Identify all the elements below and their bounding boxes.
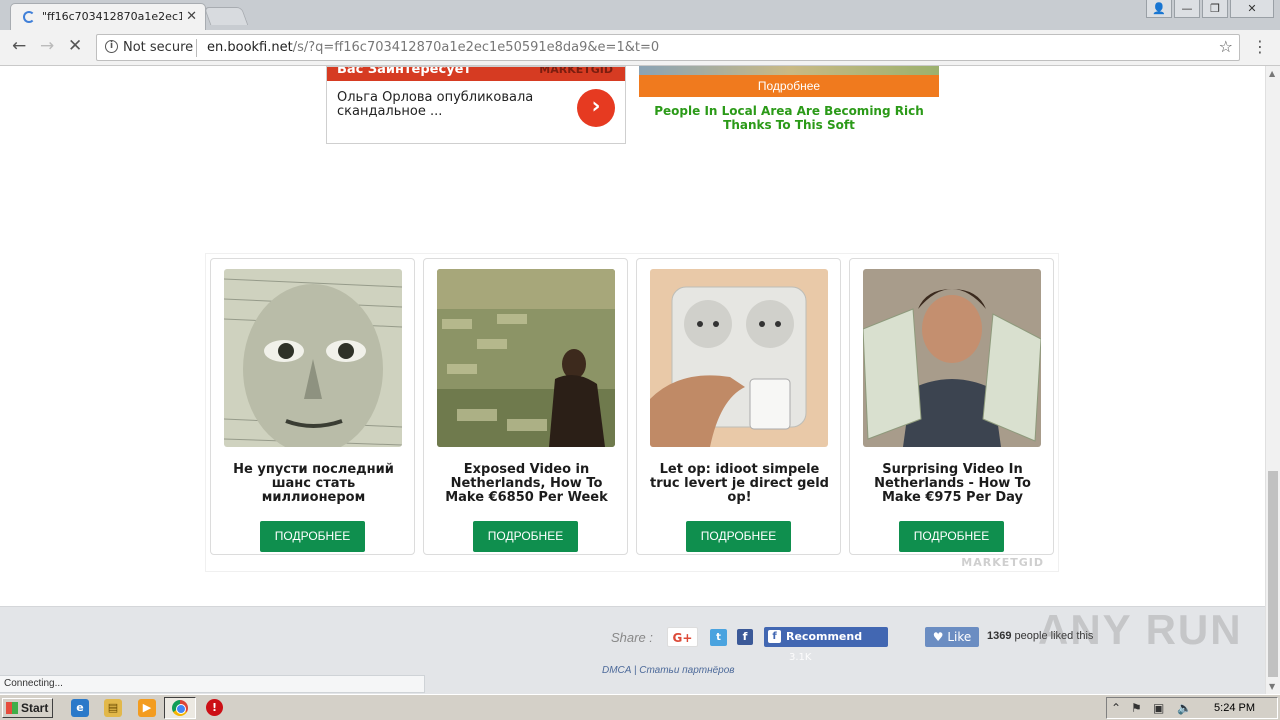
not-secure-label: Not secure (123, 40, 194, 55)
user-icon[interactable]: 👤 (1146, 0, 1172, 18)
restore-button[interactable]: ❐ (1202, 0, 1228, 18)
ad-card-button[interactable]: ПОДРОБНЕЕ (473, 521, 578, 552)
recommend-label: Recommend (786, 630, 863, 643)
ad-grid: Не упусти последний шанс стать миллионер… (205, 253, 1059, 572)
marketgid-brand[interactable]: MARKETGID (961, 556, 1044, 569)
start-label: Start (21, 701, 49, 715)
share-label: Share : (611, 630, 653, 645)
scrollbar-thumb[interactable] (1268, 471, 1278, 677)
ad-banner: Вас Заинтересует MARKETGID (327, 67, 625, 81)
browser-toolbar: ← → ✕ i Not secure en.bookfi.net/s/?q=ff… (0, 30, 1280, 66)
info-icon[interactable]: i (105, 40, 118, 53)
ad-widget-right[interactable]: Подробнее People In Local Area Are Becom… (639, 66, 939, 136)
money-pile-image[interactable] (437, 269, 615, 447)
ad-card[interactable]: Surprising Video In Netherlands - How To… (849, 258, 1054, 555)
url-host: en.bookfi.net (207, 40, 293, 55)
tab-close-icon[interactable]: ✕ (186, 9, 197, 24)
ad-card[interactable]: Не упусти последний шанс стать миллионер… (210, 258, 415, 555)
ad-caption[interactable]: People In Local Area Are Becoming Rich T… (639, 104, 939, 132)
like-label: Like (947, 630, 972, 644)
volume-icon[interactable]: 🔈 (1177, 701, 1192, 715)
url-separator (196, 39, 197, 57)
ad-text[interactable]: Ольга Орлова опубликовала скандальное ..… (337, 91, 567, 119)
folder-icon[interactable]: ▤ (104, 699, 122, 717)
man-with-cash-image[interactable] (863, 269, 1041, 447)
ad-card-button[interactable]: ПОДРОБНЕЕ (899, 521, 1004, 552)
ad-card[interactable]: Exposed Video in Netherlands, How To Mak… (423, 258, 628, 555)
scroll-down-icon[interactable]: ▼ (1269, 682, 1275, 691)
ad-brand: MARKETGID (539, 67, 613, 76)
page-scrollbar[interactable]: ▲ ▼ (1265, 66, 1280, 694)
liked-count: 1369 (987, 630, 1012, 642)
menu-icon[interactable]: ⋮ (1252, 37, 1268, 56)
facebook-share-button[interactable]: f (737, 629, 753, 645)
opera-icon[interactable]: ! (206, 699, 223, 716)
banknote-face-image[interactable] (224, 269, 402, 447)
tab-title: "ff16c703412870a1e2ec1e5 (42, 10, 182, 23)
url-text[interactable]: en.bookfi.net/s/?q=ff16c703412870a1e2ec1… (207, 40, 659, 55)
facebook-icon: f (768, 630, 781, 643)
stop-icon[interactable]: ✕ (68, 36, 82, 56)
like-button[interactable]: ♥ Like (925, 627, 979, 647)
status-bubble: Connecting... (0, 675, 425, 693)
ad-card-title[interactable]: Не упусти последний шанс стать миллионер… (219, 463, 408, 505)
windows-taskbar: Start e ▤ ▶ ! ⌃ ⚑ ▣ 🔈 5:24 PM (0, 694, 1280, 720)
new-tab-button[interactable] (203, 7, 249, 25)
window-controls: 👤 — ❐ ✕ (1146, 0, 1274, 18)
google-plus-share-button[interactable]: G+ (667, 627, 698, 647)
windows-logo-icon (6, 702, 18, 714)
media-player-icon[interactable]: ▶ (138, 699, 156, 717)
bookmark-star-icon[interactable]: ☆ (1219, 37, 1233, 56)
power-socket-image[interactable] (650, 269, 828, 447)
close-window-button[interactable]: ✕ (1230, 0, 1274, 18)
ad-banner-title: Вас Заинтересует (337, 67, 472, 77)
facebook-recommend-button[interactable]: f Recommend 3.1K (764, 627, 888, 663)
network-icon[interactable]: ▣ (1153, 701, 1164, 715)
ad-card[interactable]: Let op: idioot simpele truc levert je di… (636, 258, 841, 555)
minimize-button[interactable]: — (1174, 0, 1200, 18)
chrome-icon (172, 700, 188, 716)
system-tray: ⌃ ⚑ ▣ 🔈 5:24 PM (1106, 697, 1278, 719)
scroll-up-icon[interactable]: ▲ (1269, 69, 1275, 78)
ad-card-button[interactable]: ПОДРОБНЕЕ (686, 521, 791, 552)
ad-card-title[interactable]: Let op: idioot simpele truc levert je di… (645, 463, 834, 505)
chrome-taskbar-button[interactable] (164, 697, 196, 719)
start-button[interactable]: Start (2, 698, 53, 718)
url-path: /s/?q=ff16c703412870a1e2ec1e50591e8da9&e… (292, 40, 660, 55)
ad-card-title[interactable]: Exposed Video in Netherlands, How To Mak… (432, 463, 621, 505)
clock[interactable]: 5:24 PM (1214, 702, 1255, 714)
tray-expand-icon[interactable]: ⌃ (1111, 701, 1121, 715)
back-icon[interactable]: ← (12, 36, 26, 56)
address-bar[interactable]: i Not secure en.bookfi.net/s/?q=ff16c703… (96, 34, 1240, 61)
flag-icon[interactable]: ⚑ (1131, 701, 1142, 715)
recommend-count: 3.1K (789, 652, 812, 663)
ad-card-title[interactable]: Surprising Video In Netherlands - How To… (858, 463, 1047, 505)
forward-icon[interactable]: → (40, 36, 54, 56)
tab-active[interactable]: "ff16c703412870a1e2ec1e5 ✕ (10, 3, 206, 30)
ad-image[interactable] (639, 66, 939, 75)
loading-spinner-icon (23, 11, 35, 23)
ad-widget-left[interactable]: Вас Заинтересует MARKETGID Ольга Орлова … (326, 66, 626, 144)
ad-more-button[interactable]: Подробнее (639, 75, 939, 97)
ad-arrow-button[interactable]: › (577, 89, 615, 127)
tab-strip: "ff16c703412870a1e2ec1e5 ✕ 👤 — ❐ ✕ (0, 0, 1280, 30)
anyrun-watermark: ANY RUN (1038, 606, 1243, 653)
dmca-link[interactable]: DMCA | Статьи партнёров (602, 665, 735, 676)
page-viewport: Вас Заинтересует MARKETGID Ольга Орлова … (0, 66, 1265, 694)
twitter-share-button[interactable]: t (710, 629, 727, 646)
internet-explorer-icon[interactable]: e (71, 699, 89, 717)
ad-card-button[interactable]: ПОДРОБНЕЕ (260, 521, 365, 552)
